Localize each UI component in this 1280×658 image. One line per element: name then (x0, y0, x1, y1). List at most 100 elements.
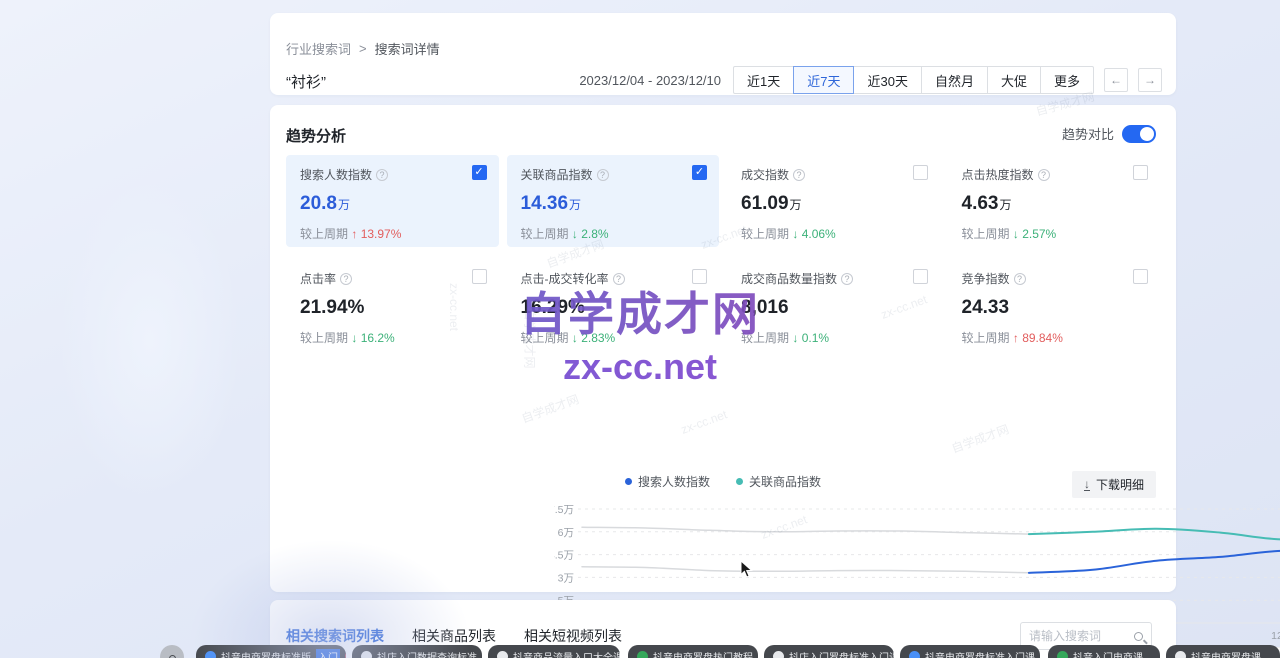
help-icon[interactable]: ? (340, 273, 352, 285)
down-arrow-icon: ↓ (572, 331, 581, 345)
tab-favicon (1057, 651, 1068, 658)
metric-label-row: 点击率? (300, 270, 485, 287)
taskbar-tab-2[interactable]: 抖店入门数据查询标准 (352, 645, 482, 658)
taskbar-tab-7[interactable]: 抖音入门电商课 (1048, 645, 1160, 658)
tab-favicon (497, 651, 508, 658)
metric-card-7: 成交商品数量指数?8,016较上周期 ↓ 0.1% (727, 259, 940, 351)
chart-legend: 搜索人数指数 关联商品指数 (270, 473, 1176, 490)
breadcrumb-parent[interactable]: 行业搜索词 (286, 39, 351, 58)
tab-相关短视频列表[interactable]: 相关短视频列表 (524, 626, 622, 646)
change-value: 16.2% (361, 331, 395, 345)
metric-checkbox[interactable]: ✓ (472, 165, 487, 180)
metric-change: 较上周期 ↑ 89.84% (962, 329, 1147, 346)
metric-checkbox[interactable] (1133, 165, 1148, 180)
tab-title: 抖音电商罗盘课 (1191, 649, 1261, 658)
breadcrumb-current: 搜索词详情 (375, 39, 440, 58)
down-arrow-icon: ↓ (572, 227, 581, 241)
change-value: 2.57% (1022, 227, 1056, 241)
metric-value: 21.94% (300, 297, 485, 319)
legend-dot-icon (625, 478, 632, 485)
help-icon[interactable]: ? (597, 169, 609, 181)
toggle-knob (1140, 127, 1154, 141)
prev-period-button[interactable]: ← (1104, 68, 1128, 92)
taskbar-tab-3[interactable]: 抖音商品流量入口大全课 (488, 645, 620, 658)
help-icon[interactable]: ? (1038, 169, 1050, 181)
download-detail-button[interactable]: ↓ 下载明细 (1072, 471, 1156, 498)
metric-card-4: 点击热度指数?4.63万较上周期 ↓ 2.57% (948, 155, 1161, 247)
tab-相关商品列表[interactable]: 相关商品列表 (412, 626, 496, 646)
tab-相关搜索词列表[interactable]: 相关搜索词列表 (286, 626, 384, 646)
metric-checkbox[interactable]: ✓ (692, 165, 707, 180)
down-arrow-icon: ↓ (792, 227, 801, 241)
help-icon[interactable]: ? (1014, 273, 1026, 285)
metric-change: 较上周期 ↓ 2.83% (521, 329, 706, 346)
tab-search-button[interactable] (160, 645, 184, 658)
metric-checkbox[interactable] (1133, 269, 1148, 284)
change-prefix: 较上周期 (962, 227, 1013, 241)
change-prefix: 较上周期 (521, 331, 572, 345)
up-arrow-icon: ↑ (351, 227, 360, 241)
taskbar-tab-8[interactable]: 抖音电商罗盘课 (1166, 645, 1280, 658)
metric-change: 较上周期 ↓ 4.06% (741, 225, 926, 242)
change-prefix: 较上周期 (300, 227, 351, 241)
help-icon[interactable]: ? (376, 169, 388, 181)
header-card: 行业搜索词 > 搜索词详情 “衬衫” 2023/12/04 - 2023/12/… (270, 13, 1176, 95)
metric-label-row: 成交指数? (741, 166, 926, 183)
taskbar-tab-5[interactable]: 抖店入门罗盘标准入门课 (764, 645, 894, 658)
down-arrow-icon: ↓ (792, 331, 801, 345)
metric-value: 16.29% (521, 297, 706, 319)
search-input[interactable] (1021, 629, 1125, 643)
tab-favicon (361, 651, 372, 658)
next-period-button[interactable]: → (1138, 68, 1162, 92)
metric-card-6: 点击-成交转化率? 16.29% 较上周期 ↓ 2.83% (507, 259, 720, 351)
download-icon: ↓ (1084, 479, 1090, 491)
help-icon[interactable]: ? (841, 273, 853, 285)
help-icon[interactable]: ? (793, 169, 805, 181)
legend-item-搜索人数指数[interactable]: 搜索人数指数 (625, 473, 710, 490)
svg-text:4.5万: 4.5万 (554, 550, 574, 562)
metric-checkbox[interactable] (692, 269, 707, 284)
change-value: 2.83% (581, 331, 615, 345)
keyword-title: “衬衫” (286, 71, 326, 92)
range-button-近30天[interactable]: 近30天 (853, 66, 921, 94)
range-button-自然月[interactable]: 自然月 (921, 66, 988, 94)
tab-title: 抖音电商罗盘热门教程 (653, 649, 753, 658)
change-value: 0.1% (802, 331, 829, 345)
legend-dot-icon (736, 478, 743, 485)
taskbar-tab-6[interactable]: 抖音电商罗盘标准入门课 (900, 645, 1040, 658)
metric-card-5: 点击率?21.94%较上周期 ↓ 16.2% (286, 259, 499, 351)
metric-value: 61.09万 (741, 193, 926, 215)
svg-text:7.5万: 7.5万 (554, 504, 574, 516)
related-lists-tabs: 相关搜索词列表 相关商品列表 相关短视频列表 (286, 626, 622, 646)
compare-toggle-label: 趋势对比 (1062, 124, 1114, 143)
tab-title: 抖音电商罗盘标准版 (221, 649, 311, 658)
metric-checkbox[interactable] (472, 269, 487, 284)
metric-label-row: 点击-成交转化率? (521, 270, 706, 287)
breadcrumb-separator-icon: > (359, 41, 367, 56)
metric-unit: 万 (999, 198, 1011, 212)
metric-card-3: 成交指数? 61.09万较上周期 ↓ 4.06% (727, 155, 940, 247)
legend-item-关联商品指数[interactable]: 关联商品指数 (736, 473, 821, 490)
range-button-更多[interactable]: 更多 (1040, 66, 1094, 94)
metric-checkbox[interactable] (913, 165, 928, 180)
svg-text:12/08: 12/08 (1271, 630, 1280, 642)
range-button-近7天[interactable]: 近7天 (793, 66, 854, 94)
tab-title: 抖音电商罗盘标准入门课 (925, 649, 1035, 658)
help-icon[interactable]: ? (613, 273, 625, 285)
taskbar-tab-1[interactable]: 抖音电商罗盘标准版入门抖店入门流量查询 (196, 645, 346, 658)
tab-title: 抖店入门罗盘标准入门课 (789, 649, 894, 658)
change-value: 2.8% (581, 227, 608, 241)
metric-label: 成交指数 (741, 166, 789, 183)
compare-toggle[interactable] (1122, 125, 1156, 143)
change-prefix: 较上周期 (741, 331, 792, 345)
download-label: 下载明细 (1096, 476, 1144, 493)
tab-avatar (345, 650, 346, 658)
change-prefix: 较上周期 (300, 331, 351, 345)
range-button-近1天[interactable]: 近1天 (733, 66, 794, 94)
range-button-大促[interactable]: 大促 (987, 66, 1041, 94)
change-value: 4.06% (802, 227, 836, 241)
down-arrow-icon: ↓ (1013, 227, 1022, 241)
taskbar-tab-4[interactable]: 抖音电商罗盘热门教程 (628, 645, 758, 658)
metric-label: 点击热度指数 (962, 166, 1034, 183)
metric-checkbox[interactable] (913, 269, 928, 284)
